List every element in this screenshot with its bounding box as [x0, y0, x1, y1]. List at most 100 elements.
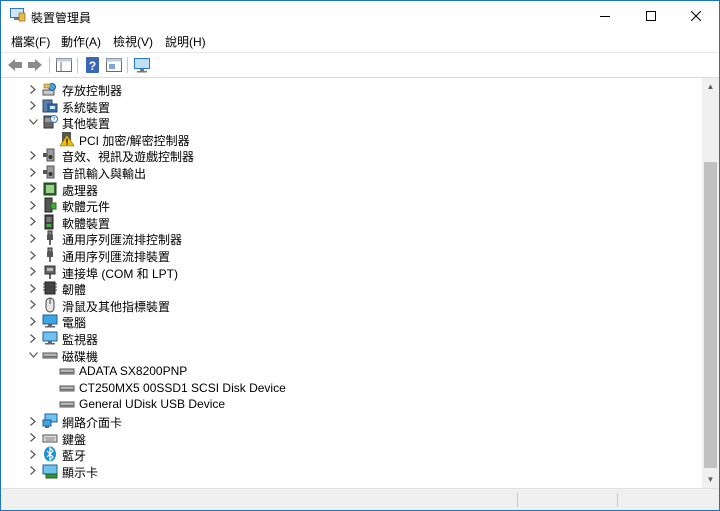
help-button[interactable]: ? — [84, 56, 102, 74]
maximize-button[interactable] — [628, 1, 674, 31]
chevron-right-icon[interactable] — [27, 414, 39, 428]
warning-icon — [59, 131, 75, 147]
chevron-right-icon[interactable] — [27, 447, 39, 461]
tree-item-label: 通用序列匯流排裝置 — [62, 250, 171, 264]
tree-item[interactable]: 通用序列匯流排控制器 — [1, 230, 701, 248]
tree-item-label: 顯示卡 — [62, 465, 99, 480]
vertical-scrollbar[interactable]: ▲ ▼ — [702, 78, 719, 488]
tree-item-label: ADATA SX8200PNP — [79, 364, 188, 379]
svg-text:?: ? — [89, 59, 96, 73]
tree-item-label: 連接埠 (COM 和 LPT) — [62, 266, 178, 281]
chevron-right-icon[interactable] — [27, 298, 39, 312]
status-bar-section — [518, 493, 618, 507]
tree-item-label: General UDisk USB Device — [79, 397, 226, 412]
tree-item[interactable]: 顯示卡 — [1, 463, 701, 480]
software-component-icon — [44, 197, 57, 213]
menu-action[interactable]: 動作(A) — [61, 33, 101, 50]
tree-item[interactable]: 軟體裝置 — [1, 214, 701, 231]
chevron-down-icon[interactable] — [27, 115, 39, 129]
tree-item-label: PCI 加密/解密控制器 — [79, 133, 190, 148]
menu-file[interactable]: 檔案(F) — [11, 33, 50, 50]
menu-view[interactable]: 檢視(V) — [113, 33, 153, 50]
tree-item-label: 監視器 — [62, 333, 99, 347]
tree-item[interactable]: 電腦 — [1, 313, 701, 331]
chevron-right-icon[interactable] — [27, 331, 39, 345]
chevron-right-icon[interactable] — [27, 99, 39, 113]
tree-item[interactable]: 存放控制器 — [1, 81, 701, 98]
chevron-right-icon[interactable] — [27, 248, 39, 262]
chevron-right-icon[interactable] — [27, 182, 39, 196]
chevron-right-icon[interactable] — [27, 231, 39, 245]
chevron-right-icon[interactable] — [27, 148, 39, 162]
firmware-icon — [43, 281, 57, 295]
scroll-up-arrow-icon[interactable]: ▲ — [702, 78, 719, 95]
maximize-icon — [646, 11, 656, 21]
forward-button[interactable] — [26, 56, 44, 74]
tree-item[interactable]: 軟體元件 — [1, 197, 701, 214]
chevron-down-icon[interactable] — [27, 348, 39, 362]
disk-drive-icon — [59, 368, 75, 375]
scan-hardware-button[interactable] — [133, 56, 151, 74]
chevron-right-icon[interactable] — [27, 165, 39, 179]
speaker-icon — [43, 165, 55, 179]
help-icon: ? — [86, 57, 99, 73]
tree-item-label: 其他裝置 — [62, 117, 111, 132]
monitor-icon — [42, 331, 58, 345]
tree-item[interactable]: ADATA SX8200PNP — [1, 363, 701, 379]
chevron-right-icon[interactable] — [27, 314, 39, 328]
status-bar-section — [1, 493, 518, 507]
vertical-scrollbar-thumb[interactable] — [704, 162, 717, 468]
bluetooth-icon — [44, 446, 56, 462]
tree-item[interactable]: ? 其他裝置 — [1, 114, 701, 132]
window-title: 裝置管理員 — [31, 11, 92, 25]
svg-text:?: ? — [52, 117, 55, 124]
tree-item-label: 電腦 — [62, 316, 87, 331]
chevron-right-icon[interactable] — [27, 82, 39, 96]
tree-item[interactable]: PCI 加密/解密控制器 — [1, 131, 701, 148]
disk-drive-icon — [59, 401, 75, 408]
minimize-button[interactable] — [582, 1, 628, 31]
tree-item[interactable]: 藍牙 — [1, 446, 701, 463]
tree-item[interactable]: 連接埠 (COM 和 LPT) — [1, 264, 701, 281]
tree-item[interactable]: 磁碟機 — [1, 347, 701, 364]
tree-item-label: 磁碟機 — [62, 349, 99, 364]
tree-item[interactable]: 鍵盤 — [1, 430, 701, 447]
tree-item[interactable]: 監視器 — [1, 330, 701, 347]
tree-item[interactable]: 韌體 — [1, 280, 701, 297]
tree-item[interactable]: 處理器 — [1, 181, 701, 198]
properties-button[interactable] — [105, 56, 123, 74]
chevron-right-icon[interactable] — [27, 198, 39, 212]
scroll-down-arrow-icon[interactable]: ▼ — [702, 471, 719, 488]
tree-item[interactable]: 通用序列匯流排裝置 — [1, 247, 701, 264]
tree-item[interactable]: 系統裝置 — [1, 98, 701, 115]
title-bar[interactable]: 裝置管理員 — [1, 1, 719, 31]
tree-item[interactable]: 滑鼠及其他指標裝置 — [1, 297, 701, 314]
toolbar-separator — [127, 57, 128, 73]
menu-help[interactable]: 說明(H) — [165, 33, 206, 50]
chevron-right-icon[interactable] — [27, 431, 39, 445]
console-tree-icon — [56, 58, 72, 72]
menu-bar: 檔案(F) 動作(A) 檢視(V) 說明(H) — [1, 31, 719, 51]
tree-item[interactable]: 網路介面卡 — [1, 413, 701, 430]
chevron-right-icon[interactable] — [27, 215, 39, 229]
device-tree[interactable]: 存放控制器 系統裝置? 其他裝置 PCI 加密/解密控制器 音效、視訊及遊戲控制器 音訊輸… — [1, 78, 701, 488]
chevron-right-icon[interactable] — [27, 464, 39, 478]
close-button[interactable] — [673, 1, 719, 31]
toolbar-separator — [77, 57, 78, 73]
show-hide-console-tree-button[interactable] — [55, 56, 73, 74]
network-adapter-icon — [42, 413, 58, 428]
tree-item[interactable]: General UDisk USB Device — [1, 396, 701, 412]
tree-item-label: 通用序列匯流排控制器 — [62, 233, 183, 248]
chevron-right-icon[interactable] — [27, 281, 39, 295]
tree-item-label: 網路介面卡 — [62, 416, 123, 430]
software-device-icon — [44, 214, 54, 230]
back-button[interactable] — [6, 56, 24, 74]
device-manager-app-icon — [10, 8, 26, 22]
tree-item[interactable]: 音效、視訊及遊戲控制器 — [1, 147, 701, 164]
speaker-icon — [43, 148, 55, 162]
chevron-right-icon[interactable] — [27, 265, 39, 279]
usb-icon — [47, 230, 53, 246]
tree-item[interactable]: 音訊輸入與輸出 — [1, 164, 701, 181]
tree-item[interactable]: CT250MX5 00SSD1 SCSI Disk Device — [1, 380, 701, 396]
toolbar: ? — [1, 52, 719, 78]
